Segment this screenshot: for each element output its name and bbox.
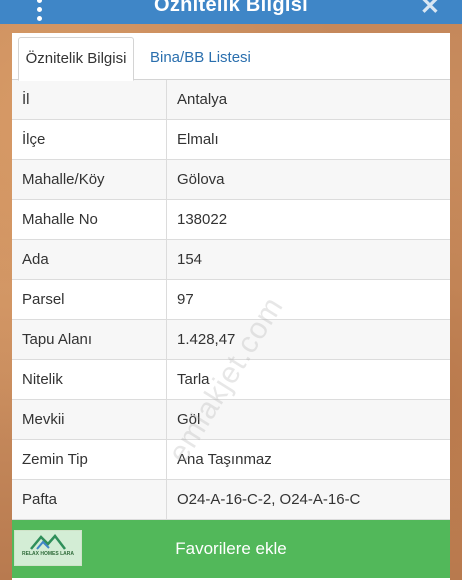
attribute-value: 97 [166,279,450,320]
logo-text: RELAX HOMES LARA [22,551,74,557]
table-row: İl Antalya [12,80,450,120]
attribute-value: Tarla [166,359,450,400]
table-row: Mahalle/Köy Gölova [12,159,450,200]
table-row: Zemin Tip Ana Taşınmaz [12,439,450,480]
dialog-title: Öznitelik Bilgisi [153,0,309,16]
table-row: Nitelik Tarla [12,359,450,400]
dialog-header: Öznitelik Bilgisi ✕ [0,0,462,24]
attribute-value: Elmalı [166,119,450,160]
attribute-value: 138022 [166,199,450,240]
table-row: Parsel 97 [12,279,450,320]
attribute-value: Göl [166,399,450,440]
attribute-key: İlçe [12,119,167,160]
attribute-value: 1.428,47 [166,319,450,360]
tab-attribute-info[interactable]: Öznitelik Bilgisi [18,37,134,81]
attribute-value: Antalya [166,80,450,120]
attribute-value: 154 [166,239,450,280]
attribute-value: O24-A-16-C-2, O24-A-16-C [166,479,450,520]
table-row: Mevkii Göl [12,399,450,440]
attribute-value: Gölova [166,159,450,200]
attribute-value: Ana Taşınmaz [166,439,450,480]
attribute-dialog: Öznitelik Bilgisi Bina/BB Listesi İl Anta… [12,33,450,580]
attribute-table: İl Antalya İlçe Elmalı Mahalle/Köy Gölova Maha… [12,80,450,520]
attribute-key: Nitelik [12,359,167,400]
attribute-key: Mahalle/Köy [12,159,167,200]
table-row: İlçe Elmalı [12,119,450,160]
attribute-key: Zemin Tip [12,439,167,480]
close-icon[interactable]: ✕ [420,0,440,21]
tab-building-list[interactable]: Bina/BB Listesi [140,37,261,79]
attribute-key: Ada [12,239,167,280]
attribute-key: Pafta [12,479,167,520]
attribute-key: İl [12,80,167,120]
relax-homes-logo: RELAX HOMES LARA [14,530,82,566]
table-row: Pafta O24-A-16-C-2, O24-A-16-C [12,479,450,520]
attribute-key: Mahalle No [12,199,167,240]
attribute-key: Tapu Alanı [12,319,167,360]
table-row: Mahalle No 138022 [12,199,450,240]
table-row: Ada 154 [12,239,450,280]
table-row: Tapu Alanı 1.428,47 [12,319,450,360]
tab-bar: Öznitelik Bilgisi Bina/BB Listesi [12,33,450,81]
attribute-key: Mevkii [12,399,167,440]
attribute-key: Parsel [12,279,167,320]
